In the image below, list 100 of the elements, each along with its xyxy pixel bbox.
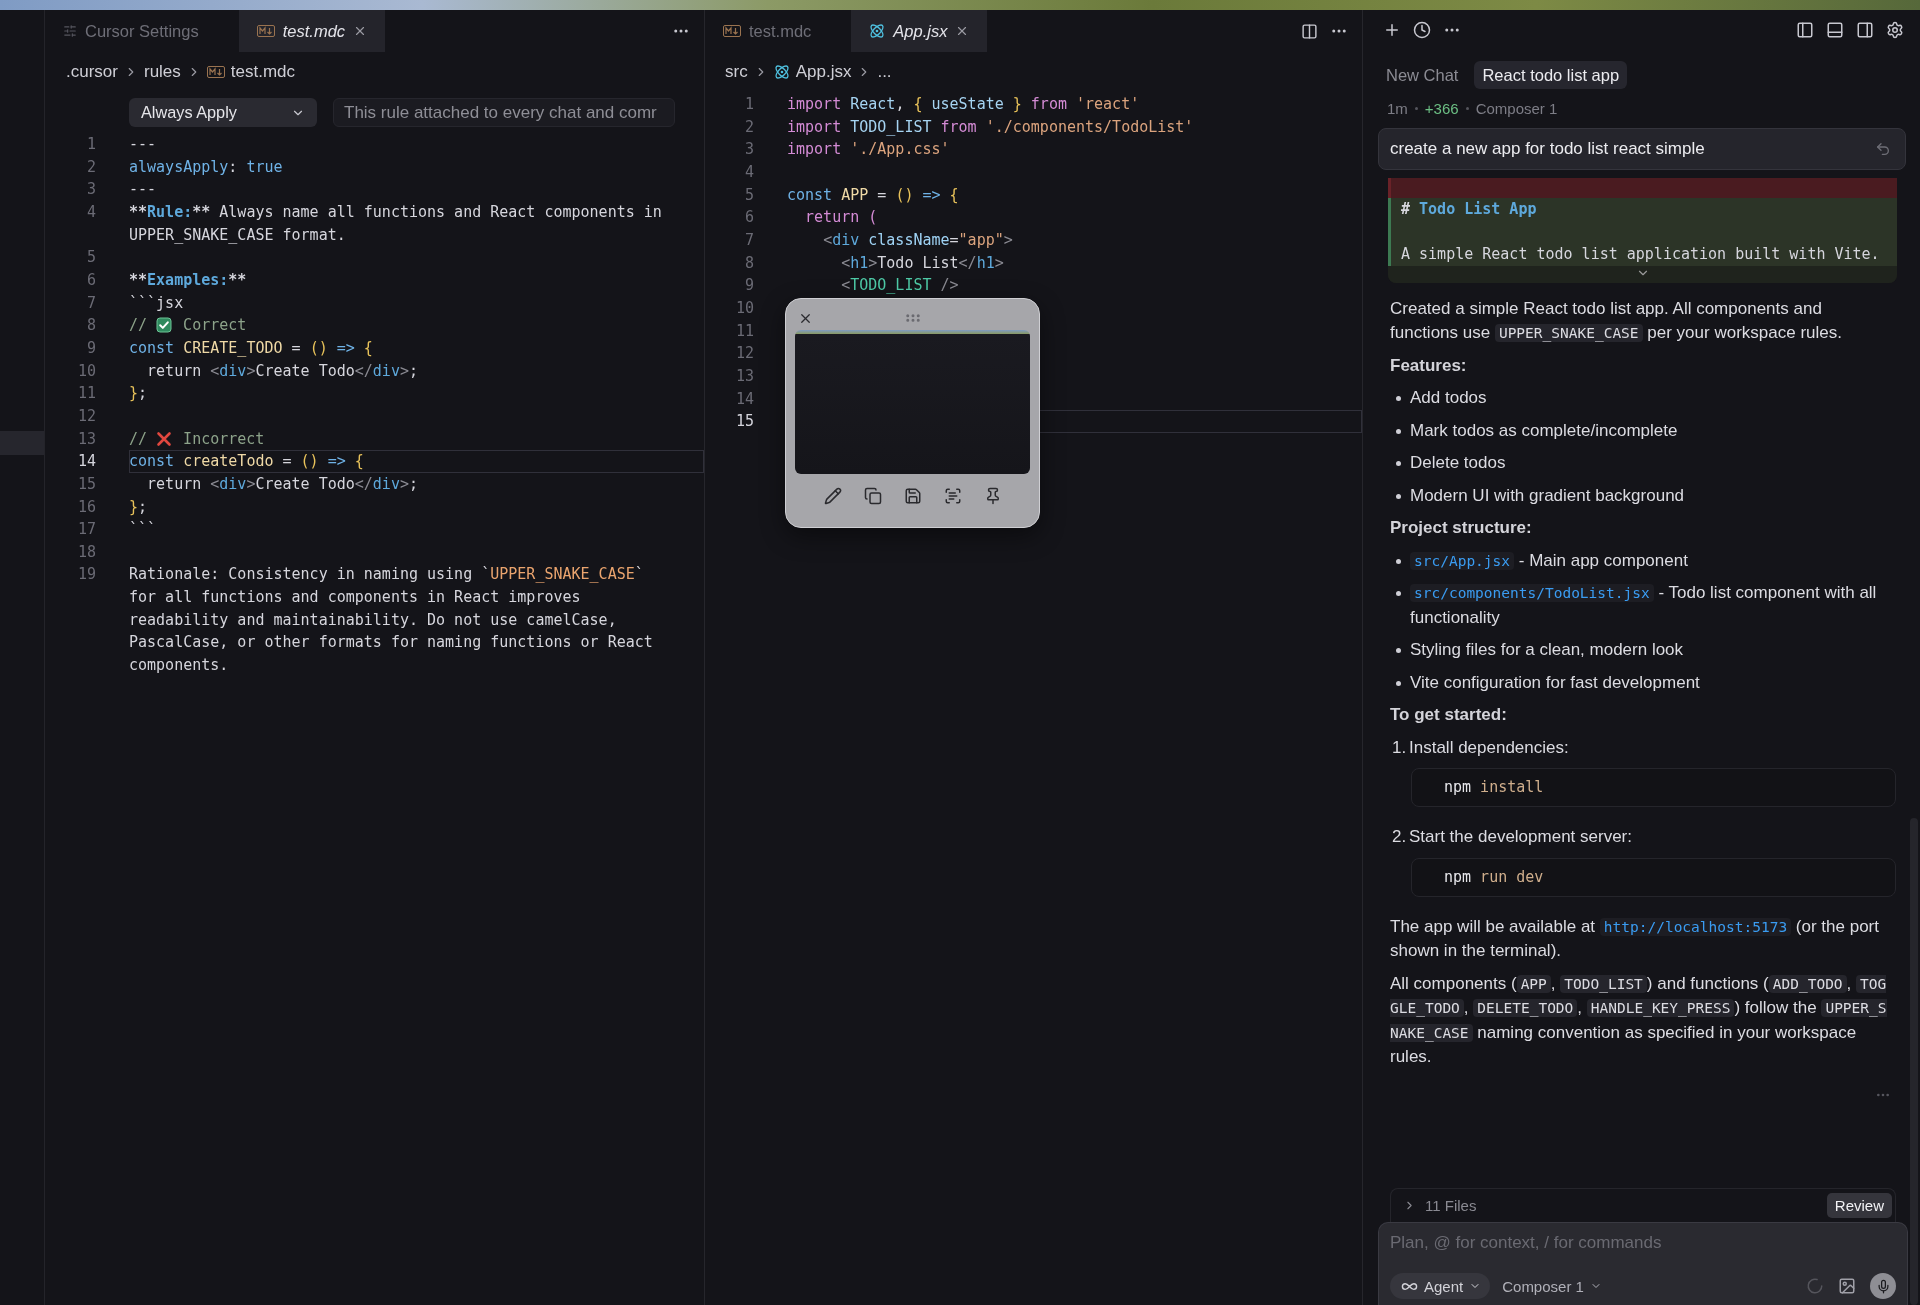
code-line: **Examples:** — [129, 269, 248, 291]
line-number: 15 — [76, 473, 96, 495]
line-number: 12 — [76, 405, 96, 427]
code-line: }; — [129, 383, 149, 405]
line-number: 9 — [85, 337, 96, 359]
chat-meta-text: 1m — [1387, 99, 1408, 117]
panel-bottom-icon[interactable] — [1826, 21, 1844, 39]
line-number: 14 — [76, 451, 96, 473]
sliders-icon — [63, 24, 77, 38]
breadcrumb-item[interactable]: App.jsx — [795, 62, 852, 82]
chat-tab[interactable]: React todo list app — [1474, 61, 1628, 89]
code-line: <TODO_LIST /> — [840, 275, 960, 297]
user-message-text: create a new app for todo list react simple — [1390, 139, 1705, 159]
message-paragraph: Created a simple React todo list app. All components and functions use UPPER_SNAKE_CASE per your workspace rules. — [1390, 297, 1843, 344]
markdown-file-icon — [256, 25, 275, 37]
code-line: return <div>Create Todo</div>; — [146, 473, 419, 495]
line-number: 5 — [85, 247, 96, 269]
editor-tab[interactable]: Cursor Settings — [45, 10, 239, 52]
line-number: 3 — [743, 139, 754, 161]
file-link[interactable]: src/App.jsx — [1410, 551, 1515, 570]
model-selector[interactable]: Composer 1 — [1502, 1277, 1602, 1295]
line-number: 8 — [743, 252, 754, 274]
line-number: 13 — [76, 428, 96, 450]
editor-tab[interactable]: App.jsx — [851, 10, 988, 52]
line-number: 2 — [743, 116, 754, 138]
list-item-text: Mark todos as complete/incomplete — [1410, 419, 1679, 442]
code-line: }; — [129, 496, 149, 518]
line-number: 16 — [76, 496, 96, 518]
rule-description-field[interactable]: This rule attached to every chat and comr — [333, 98, 675, 127]
files-toggle[interactable]: 11 Files — [1403, 1197, 1477, 1214]
bullet-icon — [1396, 428, 1401, 434]
undo-arrow-icon[interactable] — [1875, 141, 1891, 157]
loading-spinner-icon — [1806, 1277, 1824, 1295]
user-message[interactable]: create a new app for todo list react simple — [1378, 128, 1906, 170]
agent-mode-button[interactable]: Agent — [1390, 1273, 1491, 1299]
code-line: Rationale: Consistency in naming using `UPPER_SNAKE_CASE` for all functions and components in React improves readability and maintainability. Do not use camelCase, PascalCase, or other formats for naming functions or React components. — [129, 564, 654, 677]
chat-tab[interactable]: New Chat — [1378, 61, 1467, 89]
code-block: npm install — [1411, 768, 1896, 807]
code-line: return ( — [804, 207, 879, 229]
list-item-text: src/components/TodoList.jsx - Todo list component with all functionality — [1410, 582, 1878, 629]
image-icon[interactable] — [1838, 1277, 1856, 1295]
file-link[interactable]: src/components/TodoList.jsx — [1410, 584, 1654, 602]
code-text: Incorrect — [182, 429, 265, 448]
sidebar-left-icon[interactable] — [1796, 21, 1814, 39]
code-line: --- — [129, 134, 158, 155]
code-line: ``` — [129, 519, 158, 541]
message-paragraph: The app will be available at http://localhost:5173 (or the port shown in the terminal). — [1390, 915, 1880, 962]
chat-meta-text: +366 — [1424, 99, 1459, 117]
url-link[interactable]: http://localhost:5173 — [1599, 917, 1792, 936]
bullet-icon — [1396, 591, 1401, 596]
list-item-text: Start the development server: — [1409, 826, 1633, 848]
pencil-icon[interactable] — [823, 487, 842, 505]
split-editor-icon[interactable] — [1301, 22, 1318, 40]
line-number: 2 — [85, 156, 96, 178]
review-button[interactable]: Review — [1826, 1193, 1892, 1218]
code-line: --- — [129, 179, 158, 201]
sidebar-right-icon[interactable] — [1856, 21, 1874, 39]
message-paragraph: All components ( APP , TODO_LIST ) and functions ( ADD_TODO , TOGGLE_TODO , DELETE_TODO , HANDLE_KEY_PRESS ) follow the UPPER_SNAKE_CASE naming convention as specified in your workspace rules. — [1390, 972, 1888, 1068]
breadcrumb-item[interactable]: rules — [143, 62, 181, 82]
bullet-icon — [1396, 648, 1401, 653]
text-scan-icon[interactable] — [943, 487, 962, 505]
line-number: 10 — [76, 360, 96, 382]
code-text: // — [129, 316, 149, 335]
bullet-icon — [1396, 558, 1401, 564]
breadcrumb-item[interactable]: src — [725, 62, 748, 82]
markdown-file-icon — [206, 66, 225, 78]
plus-icon[interactable] — [1383, 21, 1401, 39]
code-block: npm run dev — [1411, 857, 1896, 897]
section-heading: To get started: — [1390, 704, 1508, 726]
line-number: 5 — [743, 184, 754, 206]
line-number: 14 — [734, 388, 754, 410]
code-line: alwaysApply: true — [129, 156, 284, 178]
code-line: import './App.css' — [787, 139, 951, 161]
breadcrumb-item[interactable]: ... — [877, 62, 892, 82]
section-heading: Features: — [1390, 354, 1468, 377]
breadcrumb-item[interactable]: .cursor — [66, 62, 118, 82]
code-line: const createTodo = () => { — [129, 451, 365, 473]
rule-type-dropdown[interactable]: Always Apply — [129, 98, 317, 127]
list-number: 1. — [1391, 736, 1408, 759]
line-number: 11 — [734, 320, 754, 342]
message-input-field[interactable]: Plan, @ for context, / for commands — [1390, 1231, 1896, 1255]
cross-mark-icon — [156, 430, 173, 447]
breadcrumb-item[interactable]: test.mdc — [230, 62, 296, 82]
atom-icon — [773, 64, 790, 80]
settings-icon[interactable] — [1886, 21, 1904, 39]
editor-tab[interactable]: test.mdc — [705, 10, 852, 52]
line-number: 8 — [85, 315, 96, 337]
separator-dot-icon — [1465, 106, 1469, 110]
line-number: 3 — [85, 179, 96, 201]
line-number: 17 — [76, 519, 96, 541]
message-composer[interactable]: Plan, @ for context, / for commands Agent Composer 1 — [1378, 1222, 1908, 1305]
clock-icon[interactable] — [1413, 21, 1431, 39]
code-line: <div className="app"> — [822, 229, 1014, 251]
editor-tab[interactable]: test.mdc — [238, 10, 386, 52]
copy-icon[interactable] — [863, 487, 882, 505]
microphone-button[interactable] — [1870, 1273, 1896, 1299]
bullet-icon — [1396, 680, 1401, 686]
line-number: 4 — [743, 161, 754, 183]
chat-meta-text: Composer 1 — [1475, 99, 1558, 117]
markdown-file-icon — [723, 25, 741, 37]
